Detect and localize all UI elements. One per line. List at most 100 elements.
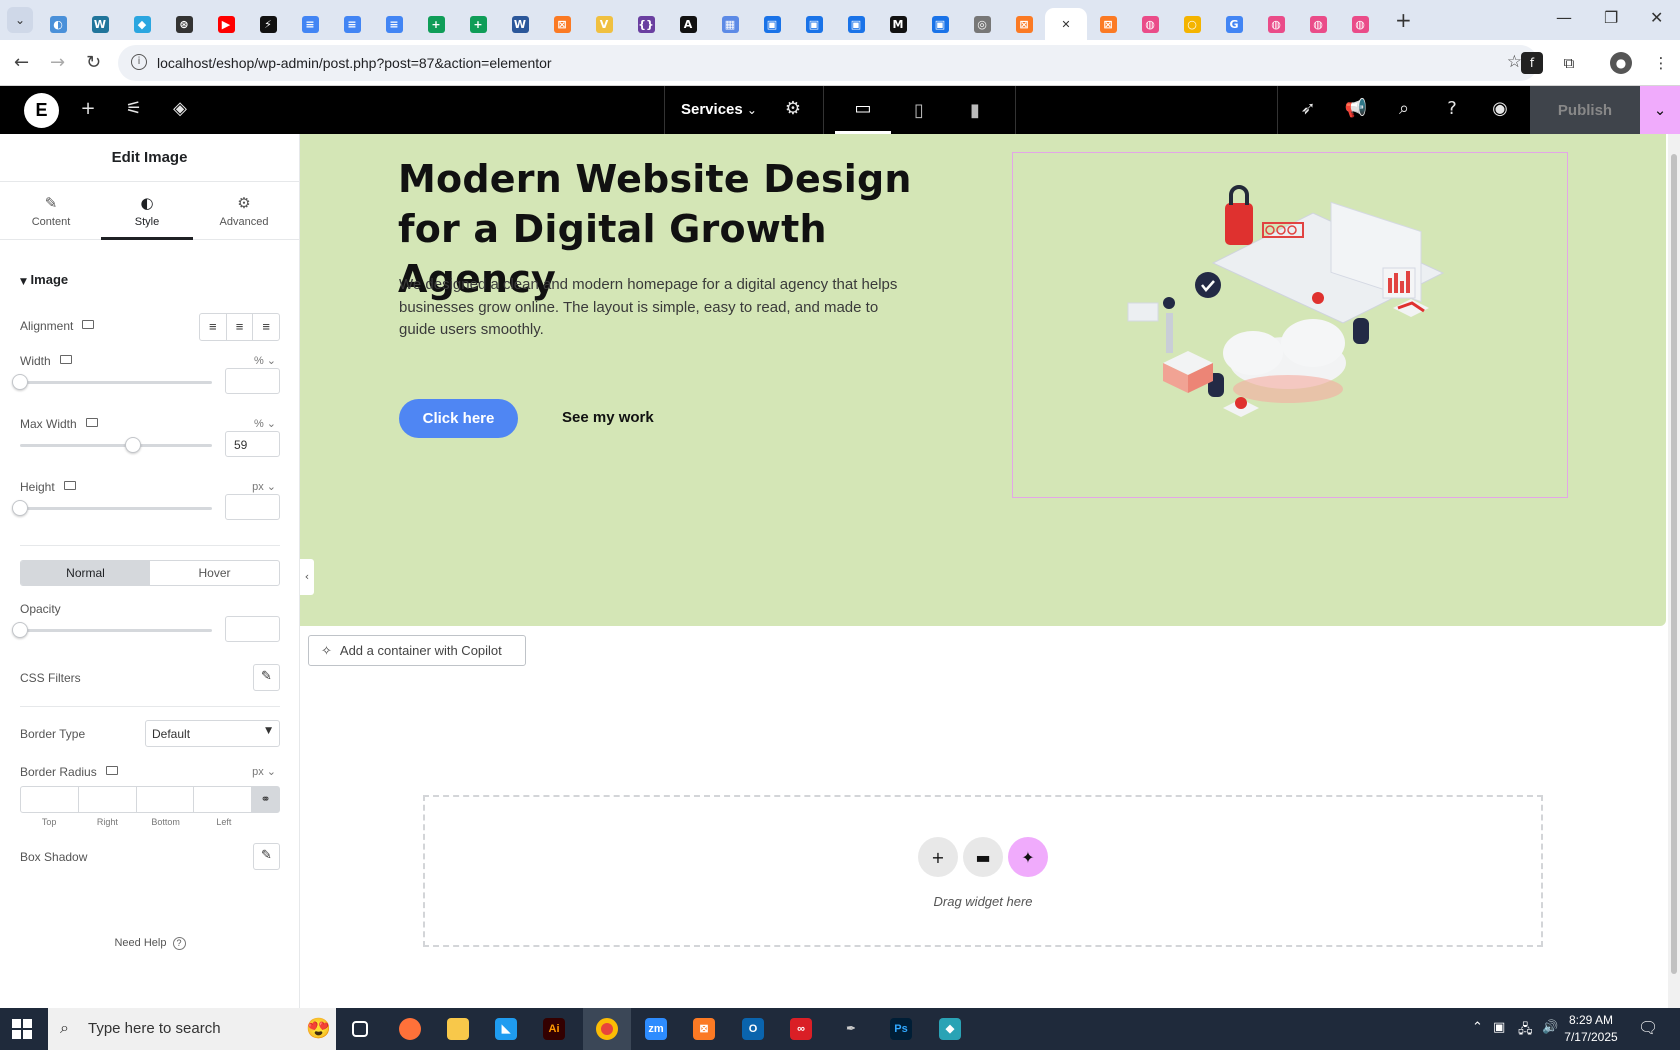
outlook-icon[interactable]: O <box>729 1008 777 1050</box>
browser-tab[interactable]: ○ <box>1171 8 1213 40</box>
link-values-icon[interactable]: ⚭ <box>252 787 279 812</box>
chrome-icon[interactable] <box>583 1008 631 1050</box>
max-width-input[interactable]: 59 <box>225 431 280 457</box>
state-hover-tab[interactable]: Hover <box>150 561 279 585</box>
browser-tab[interactable]: ◆ <box>121 8 163 40</box>
radius-bottom-input[interactable] <box>137 787 195 812</box>
max-width-unit-select[interactable]: % ⌄ <box>254 417 276 430</box>
browser-tab[interactable]: V <box>583 8 625 40</box>
volume-icon[interactable]: 🔊 <box>1542 1020 1558 1035</box>
selected-image-widget[interactable] <box>1012 152 1568 498</box>
box-shadow-edit-pencil-icon[interactable]: ✎ <box>253 843 280 870</box>
extensions-puzzle-icon[interactable]: ⧉ <box>1558 52 1580 74</box>
browser-tab[interactable]: ▣ <box>751 8 793 40</box>
height-slider[interactable] <box>12 500 212 516</box>
hero-section[interactable]: Modern Website Design for a Digital Grow… <box>300 134 1666 626</box>
vscode-icon[interactable]: ◣ <box>482 1008 530 1050</box>
taskbar-search-box[interactable]: ⌕ Type here to search 😍 <box>48 1008 336 1050</box>
browser-menu-icon[interactable]: ⋮ <box>1650 52 1672 74</box>
border-radius-unit-select[interactable]: px ⌄ <box>252 765 276 778</box>
browser-tab[interactable]: W <box>79 8 121 40</box>
page-selector[interactable]: Services ⌄ <box>681 101 757 118</box>
zoom-icon[interactable]: zm <box>632 1008 680 1050</box>
add-container-with-copilot-button[interactable]: ✧ Add a container with Copilot <box>308 635 526 666</box>
template-library-folder-icon[interactable]: ▬ <box>963 837 1003 877</box>
pen-tool-icon[interactable]: ✒ <box>827 1008 875 1050</box>
radius-top-input[interactable] <box>21 787 79 812</box>
publish-options-chevron-icon[interactable]: ⌄ <box>1640 86 1680 134</box>
address-bar[interactable]: i localhost/eshop/wp-admin/post.php?post… <box>118 45 1538 81</box>
browser-tab[interactable]: A <box>667 8 709 40</box>
add-element-icon[interactable]: + <box>76 98 100 119</box>
help-icon[interactable]: ? <box>1440 98 1464 119</box>
browser-tab[interactable]: ◍ <box>1339 8 1381 40</box>
browser-tab[interactable]: M <box>877 8 919 40</box>
responsive-desktop-icon[interactable] <box>82 320 95 330</box>
browser-tab[interactable]: + <box>457 8 499 40</box>
height-slider-handle[interactable] <box>12 500 28 516</box>
mobile-view-icon[interactable]: ▮ <box>947 86 1003 134</box>
responsive-desktop-icon[interactable] <box>105 766 118 776</box>
navigator-layers-icon[interactable]: ◈ <box>168 98 192 119</box>
height-input[interactable] <box>225 494 280 520</box>
browser-tab[interactable]: {} <box>625 8 667 40</box>
restore-icon[interactable]: ❐ <box>1604 8 1618 27</box>
browser-tab[interactable]: ≡ <box>331 8 373 40</box>
extension-f-icon[interactable]: f <box>1521 52 1543 74</box>
opacity-slider-handle[interactable] <box>12 622 28 638</box>
minimize-icon[interactable]: — <box>1556 8 1572 27</box>
app-diamond-icon[interactable]: ◆ <box>926 1008 974 1050</box>
section-image-header[interactable]: ▼ Image <box>20 272 280 287</box>
opacity-input[interactable] <box>225 616 280 642</box>
desktop-view-icon[interactable]: ▭ <box>835 86 891 134</box>
hero-body-text[interactable]: We designed a clean and modern homepage … <box>399 274 919 342</box>
browser-tab[interactable]: ▣ <box>835 8 877 40</box>
notifications-megaphone-icon[interactable]: 📢 <box>1344 98 1368 119</box>
browser-tab[interactable]: ▣ <box>919 8 961 40</box>
browser-tab[interactable]: ◍ <box>1129 8 1171 40</box>
illustrator-icon[interactable]: Ai <box>530 1008 578 1050</box>
responsive-desktop-icon[interactable] <box>59 355 72 365</box>
task-view-icon[interactable] <box>336 1008 384 1050</box>
width-slider-handle[interactable] <box>12 374 28 390</box>
align-right-icon[interactable]: ≡ <box>253 314 279 340</box>
file-explorer-icon[interactable] <box>434 1008 482 1050</box>
browser-tab[interactable]: ▦ <box>709 8 751 40</box>
border-type-select[interactable]: Default ▼ <box>145 720 280 747</box>
tray-chevron-up-icon[interactable]: ⌃ <box>1472 1020 1483 1035</box>
browser-tab[interactable]: ⊠ <box>1087 8 1129 40</box>
xampp-icon[interactable]: ⊠ <box>680 1008 728 1050</box>
browser-tab[interactable]: ▣ <box>793 8 835 40</box>
responsive-desktop-icon[interactable] <box>85 418 98 428</box>
see-my-work-link[interactable]: See my work <box>562 409 654 426</box>
tab-advanced[interactable]: ⚙ Advanced <box>198 182 290 240</box>
browser-tab[interactable]: ◍ <box>1255 8 1297 40</box>
search-icon[interactable]: ⌕ <box>1392 98 1416 119</box>
height-unit-select[interactable]: px ⌄ <box>252 480 276 493</box>
browser-tab[interactable]: ◍ <box>1297 8 1339 40</box>
max-width-slider-handle[interactable] <box>125 437 142 453</box>
add-section-plus-icon[interactable]: + <box>918 837 958 877</box>
scrollbar-thumb[interactable] <box>1671 154 1677 974</box>
browser-tab[interactable]: ⊠ <box>541 8 583 40</box>
tab-search-button[interactable]: ⌄ <box>7 7 33 33</box>
elementor-logo[interactable]: E <box>24 93 59 128</box>
browser-tab[interactable]: ⊛ <box>163 8 205 40</box>
browser-tab[interactable]: G <box>1213 8 1255 40</box>
css-filters-edit-pencil-icon[interactable]: ✎ <box>253 664 280 691</box>
creative-cloud-icon[interactable]: ∞ <box>777 1008 825 1050</box>
network-icon[interactable]: 🖧 <box>1518 1020 1533 1042</box>
profile-avatar[interactable]: ● <box>1610 52 1632 74</box>
close-icon[interactable]: ✕ <box>1058 16 1075 33</box>
firefox-icon[interactable] <box>386 1008 434 1050</box>
opacity-slider[interactable] <box>12 622 212 638</box>
width-unit-select[interactable]: % ⌄ <box>254 354 276 367</box>
tab-content[interactable]: ✎ Content <box>5 182 97 240</box>
browser-tab[interactable]: ⊠ <box>1003 8 1045 40</box>
preview-eye-icon[interactable]: ◉ <box>1488 98 1512 119</box>
browser-tab[interactable]: + <box>415 8 457 40</box>
bookmark-star-icon[interactable]: ☆ <box>1507 52 1522 72</box>
tray-device-icon[interactable]: ▣ <box>1493 1020 1505 1035</box>
browser-tab[interactable]: ▶ <box>205 8 247 40</box>
photoshop-icon[interactable]: Ps <box>877 1008 925 1050</box>
